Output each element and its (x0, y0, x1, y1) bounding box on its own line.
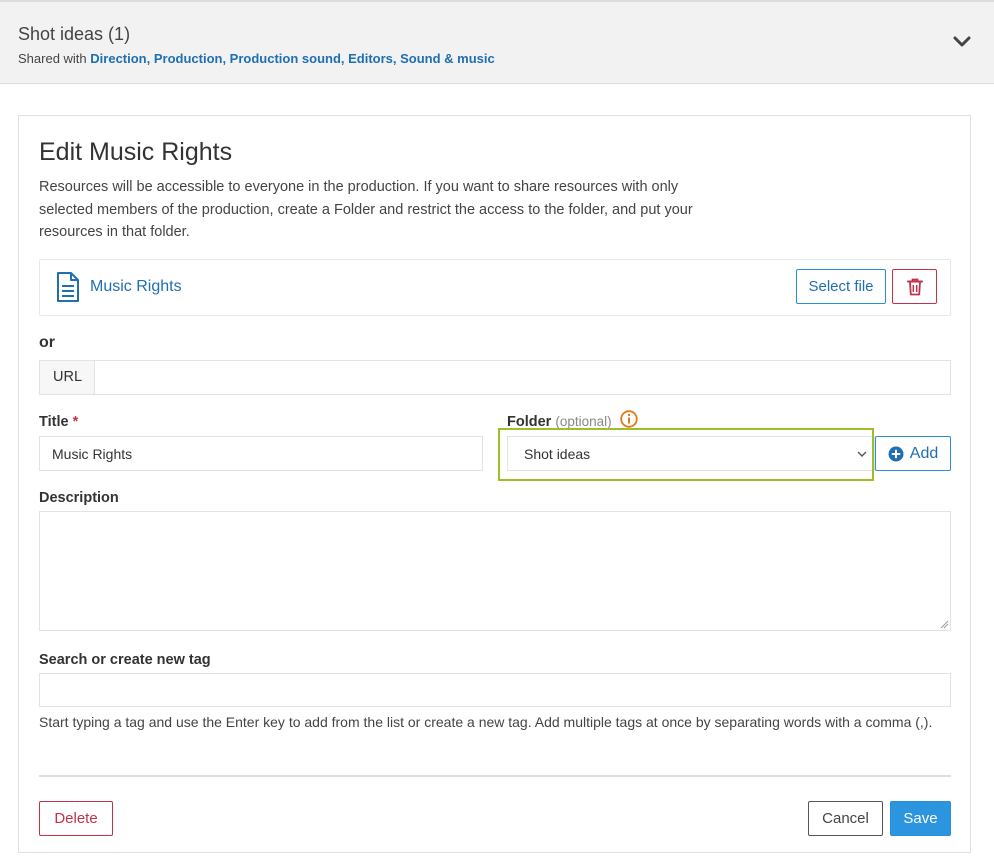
folder-panel-header[interactable]: Shot ideas (1) Shared with Direction, Pr… (0, 0, 994, 84)
description-label: Description (39, 490, 119, 506)
edit-resource-card: Edit Music Rights Resources will be acce… (18, 115, 971, 853)
url-input-group: URL (39, 360, 951, 395)
tag-help-text: Start typing a tag and use the Enter key… (39, 714, 933, 730)
add-folder-button[interactable]: Add (875, 436, 951, 471)
folder-label-text: Folder (507, 414, 552, 430)
chevron-down-icon[interactable] (952, 32, 972, 52)
file-name-link[interactable]: Music Rights (90, 278, 182, 296)
title-label-text: Title (39, 414, 69, 430)
description-textarea[interactable] (39, 511, 951, 631)
tag-search-input[interactable] (39, 673, 951, 707)
delete-button[interactable]: Delete (39, 801, 113, 836)
or-separator-label: or (39, 334, 55, 351)
document-icon (57, 272, 79, 302)
shared-groups-link[interactable]: Direction, Production, Production sound,… (90, 51, 494, 66)
form-intro-text: Resources will be accessible to everyone… (39, 179, 693, 240)
trash-icon (906, 278, 923, 295)
select-file-button[interactable]: Select file (796, 269, 886, 304)
form-divider (39, 775, 951, 777)
save-button[interactable]: Save (890, 801, 951, 836)
title-input[interactable] (39, 436, 483, 471)
url-input[interactable] (95, 361, 950, 394)
folder-select-value: Shot ideas (524, 446, 591, 462)
shared-with-line: Shared with Direction, Production, Produ… (18, 51, 495, 66)
tag-label: Search or create new tag (39, 652, 211, 668)
resize-grip-icon[interactable] (939, 619, 949, 629)
plus-circle-icon (888, 446, 904, 461)
file-attachment-box: Music Rights Select file (39, 259, 951, 316)
info-icon[interactable] (619, 410, 638, 428)
shared-with-prefix: Shared with (18, 51, 87, 66)
cancel-button[interactable]: Cancel (808, 801, 883, 836)
remove-file-button[interactable] (892, 269, 937, 304)
folder-select[interactable]: Shot ideas (507, 436, 875, 471)
form-heading: Edit Music Rights (39, 138, 233, 166)
select-chevron-icon (857, 451, 867, 457)
folder-label: Folder (optional) (507, 410, 638, 430)
folder-title: Shot ideas (1) (18, 24, 131, 44)
add-folder-label: Add (909, 444, 939, 462)
required-mark: * (72, 414, 79, 430)
folder-optional-text: (optional) (555, 414, 612, 429)
url-addon-label: URL (40, 361, 95, 394)
title-label: Title * (39, 414, 78, 430)
